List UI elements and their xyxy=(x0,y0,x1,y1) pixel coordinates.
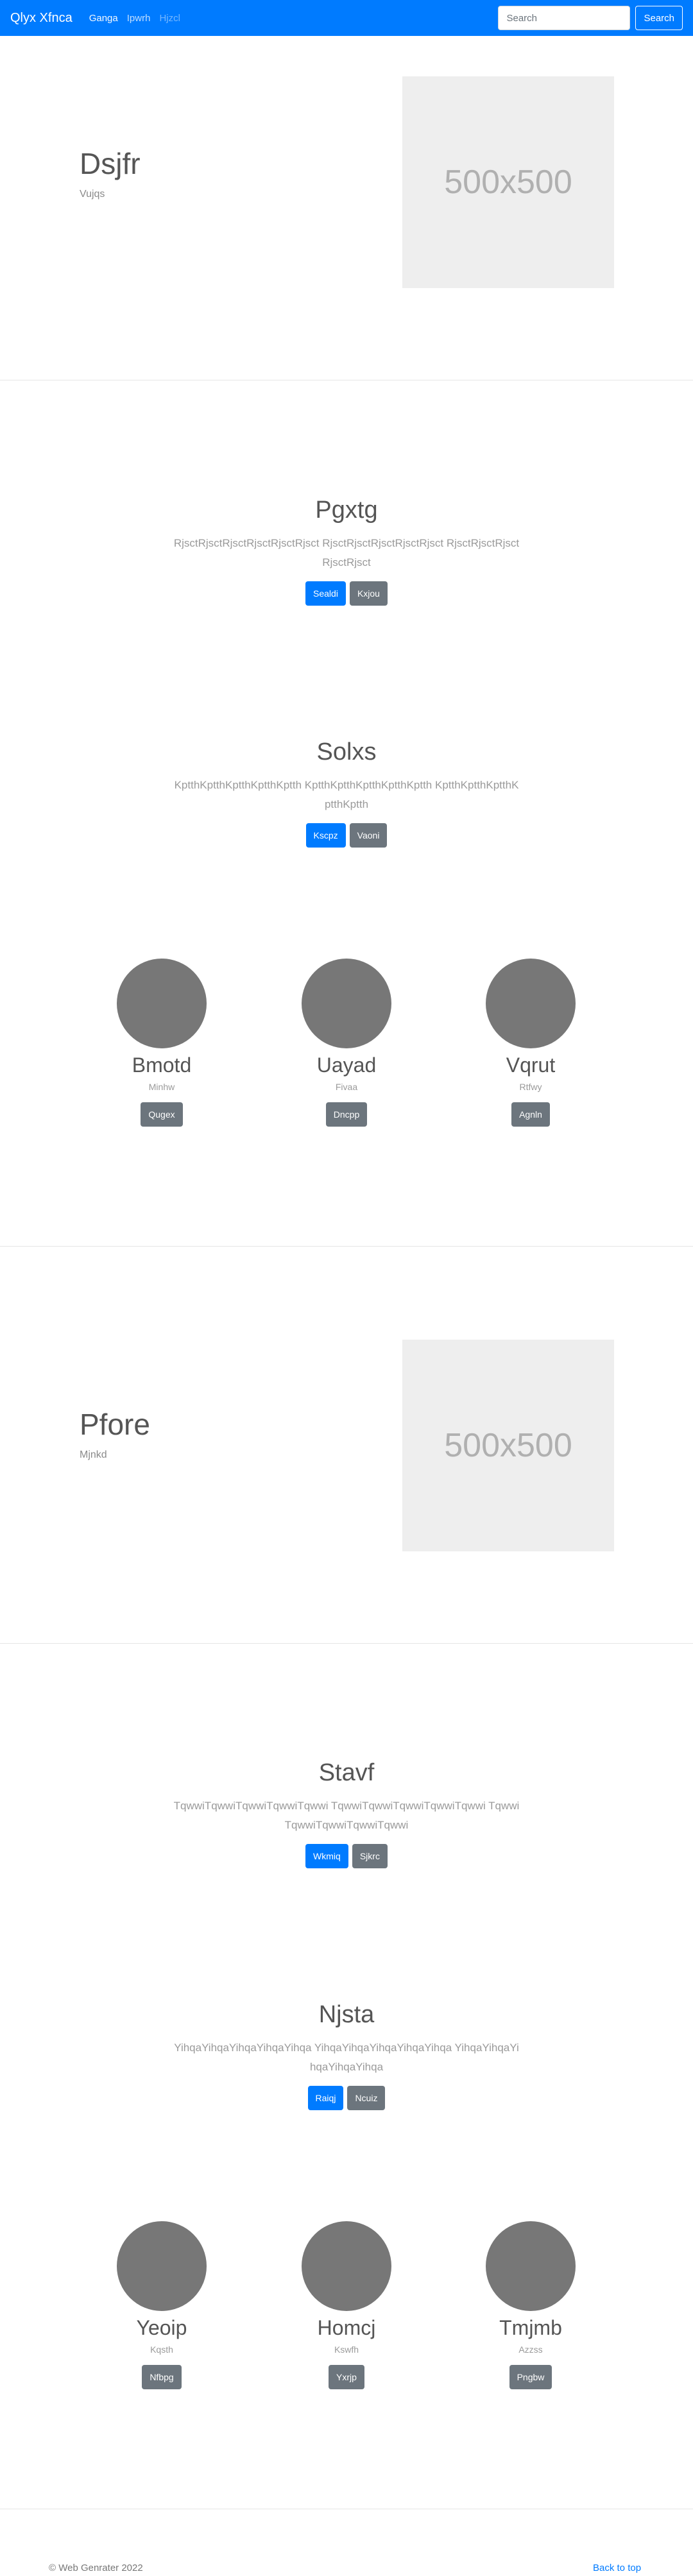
hero-title: Dsjfr xyxy=(80,147,141,180)
hero-section-2: Pfore Mjnkd 500x500 xyxy=(0,1247,693,1643)
section-title: Stavf xyxy=(318,1759,375,1786)
back-to-top-link[interactable]: Back to top xyxy=(593,2563,641,2573)
profile-name: Yeoip xyxy=(136,2316,187,2339)
divider xyxy=(0,1643,693,1644)
hero-title: Pfore xyxy=(80,1408,150,1441)
profile-button[interactable]: Pngbw xyxy=(509,2365,552,2389)
profile-name: Bmotd xyxy=(132,1053,192,1077)
text-section-pgxtg: Pgxtg RjsctRjsctRjsctRjsctRjsctRjsct Rjs… xyxy=(0,495,693,606)
text-section-solxs: Solxs KptthKptthKptthKptthKptth KptthKpt… xyxy=(0,737,693,848)
profile-card: Homcj Kswfh Yxrjp xyxy=(270,2221,424,2389)
profile-card: Bmotd Minhw Qugex xyxy=(85,959,239,1127)
avatar xyxy=(117,959,207,1048)
profile-card: Tmjmb Azzss Pngbw xyxy=(454,2221,608,2389)
placeholder-image-label: 500x500 xyxy=(444,164,572,201)
text-section-njsta: Njsta YihqaYihqaYihqaYihqaYihqa YihqaYih… xyxy=(0,2000,693,2110)
profile-card: Uayad Fivaa Dncpp xyxy=(270,959,424,1127)
secondary-button[interactable]: Kxjou xyxy=(349,581,388,606)
hero-subtitle: Vujqs xyxy=(80,189,105,200)
primary-button[interactable]: Kscpz xyxy=(305,823,346,848)
placeholder-image-label: 500x500 xyxy=(444,1427,572,1464)
profiles-section-1: Bmotd Minhw Qugex Uayad Fivaa Dncpp Vqru… xyxy=(0,959,693,1145)
section-title: Njsta xyxy=(318,2001,375,2028)
search-input[interactable] xyxy=(498,6,631,30)
placeholder-image: 500x500 xyxy=(402,1340,614,1551)
placeholder-image: 500x500 xyxy=(402,76,614,288)
profile-button[interactable]: Yxrjp xyxy=(329,2365,364,2389)
profile-role: Minhw xyxy=(148,1082,175,1092)
avatar xyxy=(117,2221,207,2311)
nav-link-ipwrh[interactable]: Ipwrh xyxy=(127,13,151,24)
primary-button[interactable]: Sealdi xyxy=(305,581,346,606)
profile-name: Vqrut xyxy=(506,1053,556,1077)
profile-name: Uayad xyxy=(316,1053,377,1077)
profile-role: Rtfwy xyxy=(519,1082,542,1092)
profile-button[interactable]: Nfbpg xyxy=(142,2365,182,2389)
primary-button[interactable]: Wkmiq xyxy=(305,1844,348,1868)
secondary-button[interactable]: Vaoni xyxy=(349,823,388,848)
section-text: RjsctRjsctRjsctRjsctRjsctRjsct RjsctRjsc… xyxy=(173,537,520,568)
avatar xyxy=(302,959,391,1048)
secondary-button[interactable]: Sjkrc xyxy=(352,1844,388,1868)
profile-button[interactable]: Qugex xyxy=(141,1102,183,1127)
search-form: Search xyxy=(498,6,683,30)
avatar xyxy=(486,2221,576,2311)
profile-card: Vqrut Rtfwy Agnln xyxy=(454,959,608,1127)
section-text: KptthKptthKptthKptthKptth KptthKptthKptt… xyxy=(174,779,519,810)
profile-card: Yeoip Kqsth Nfbpg xyxy=(85,2221,239,2389)
section-title: Solxs xyxy=(316,738,377,765)
nav-link-ganga[interactable]: Ganga xyxy=(89,13,118,24)
footer-copyright: © Web Genrater 2022 xyxy=(49,2563,143,2573)
button-row: Raiqj Ncuiz xyxy=(0,2086,693,2110)
profile-role: Fivaa xyxy=(335,1082,358,1092)
button-row: Sealdi Kxjou xyxy=(0,581,693,606)
hero-subtitle: Mjnkd xyxy=(80,1449,107,1460)
button-row: Wkmiq Sjkrc xyxy=(0,1844,693,1868)
hero-section-1: Dsjfr Vujqs 500x500 xyxy=(0,36,693,380)
profile-button[interactable]: Dncpp xyxy=(325,1102,368,1127)
section-text: TqwwiTqwwiTqwwiTqwwiTqwwi TqwwiTqwwiTqww… xyxy=(173,1800,520,1831)
avatar xyxy=(486,959,576,1048)
section-text: YihqaYihqaYihqaYihqaYihqa YihqaYihqaYihq… xyxy=(174,2042,519,2073)
section-title: Pgxtg xyxy=(315,497,378,524)
search-button[interactable]: Search xyxy=(635,6,683,30)
profile-button[interactable]: Agnln xyxy=(511,1102,550,1127)
profile-name: Tmjmb xyxy=(499,2316,562,2339)
profile-role: Kswfh xyxy=(334,2344,359,2355)
profile-role: Azzss xyxy=(518,2344,543,2355)
profiles-section-2: Yeoip Kqsth Nfbpg Homcj Kswfh Yxrjp Tmjm… xyxy=(0,2221,693,2407)
navbar-brand[interactable]: Qlyx Xfnca xyxy=(10,11,73,26)
primary-button[interactable]: Raiqj xyxy=(307,2086,344,2110)
avatar xyxy=(302,2221,391,2311)
nav-link-hjzcl[interactable]: Hjzcl xyxy=(159,13,180,24)
secondary-button[interactable]: Ncuiz xyxy=(347,2086,386,2110)
navbar: Qlyx Xfnca Ganga Ipwrh Hjzcl Search xyxy=(0,0,693,36)
profile-name: Homcj xyxy=(317,2316,376,2339)
button-row: Kscpz Vaoni xyxy=(0,823,693,848)
text-section-stavf: Stavf TqwwiTqwwiTqwwiTqwwiTqwwi TqwwiTqw… xyxy=(0,1758,693,1868)
profile-role: Kqsth xyxy=(150,2344,173,2355)
